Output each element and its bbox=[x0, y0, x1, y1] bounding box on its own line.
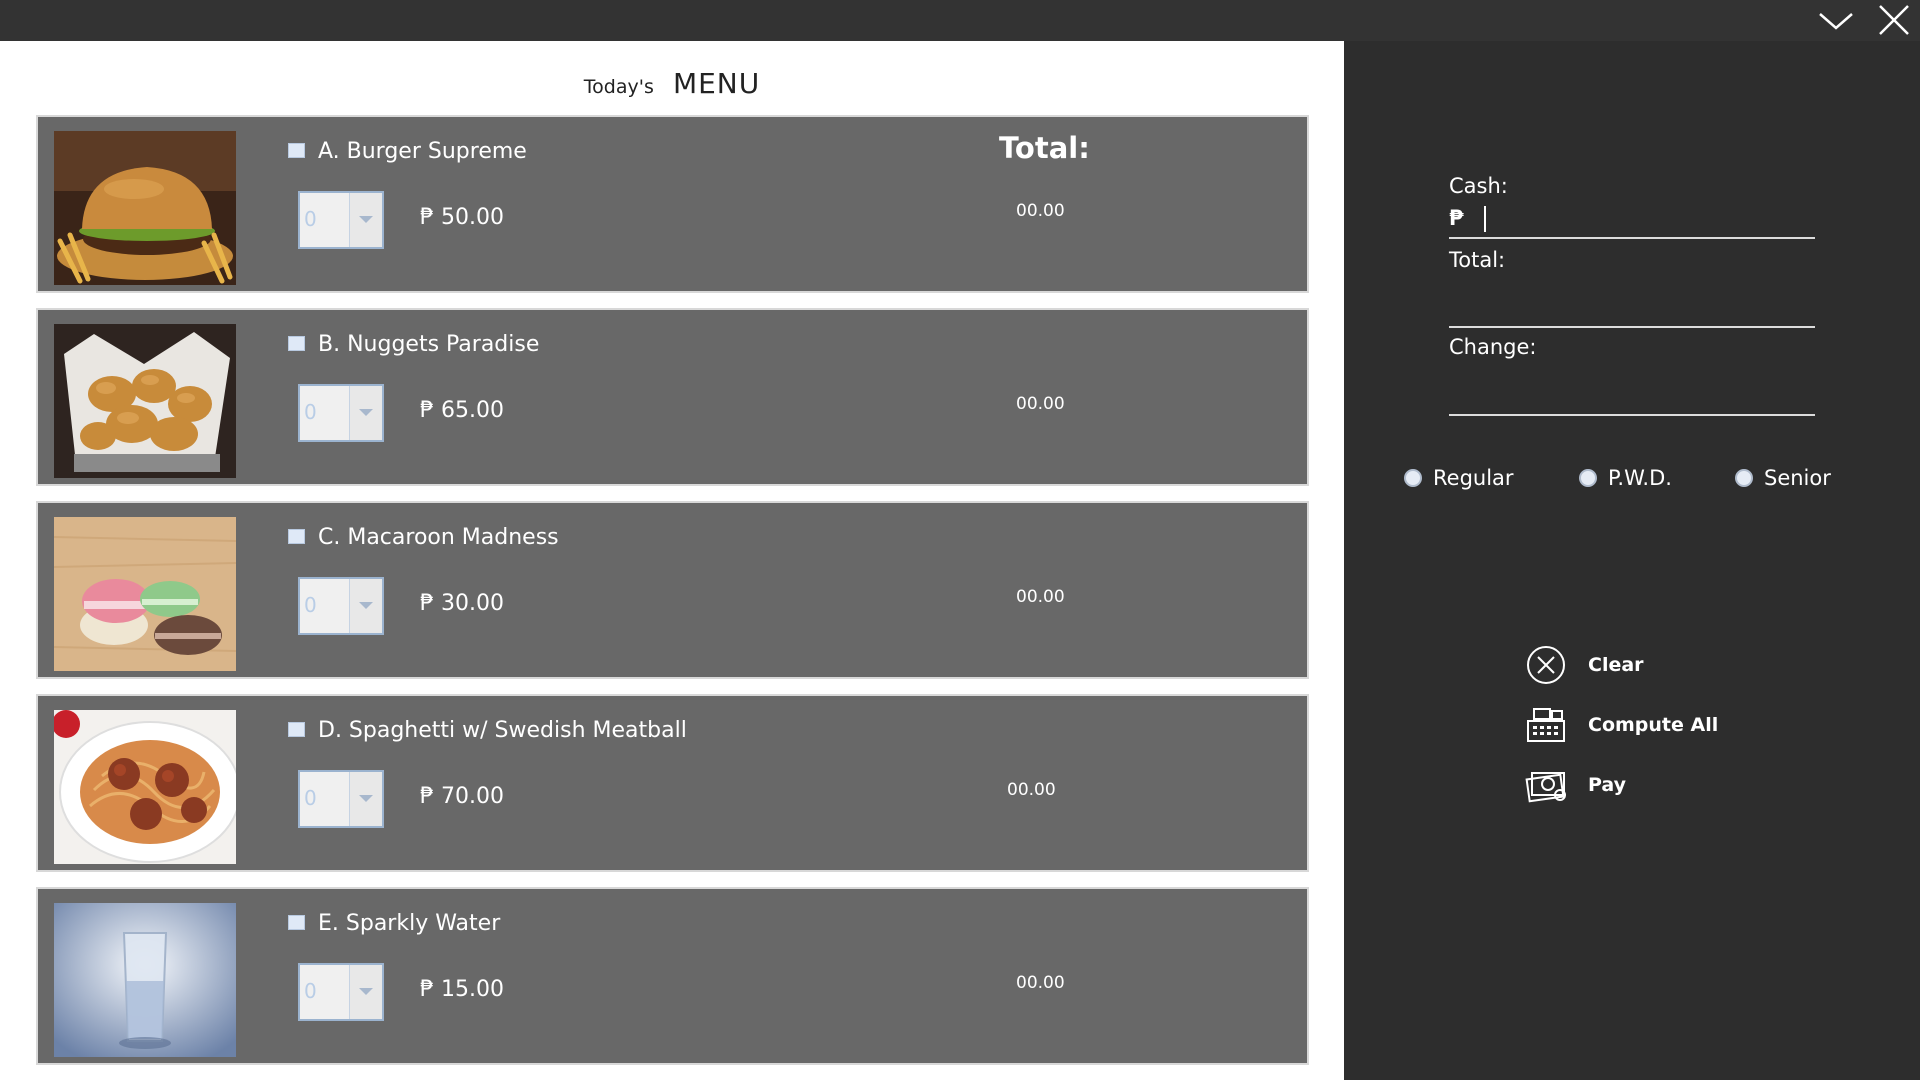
item-checkbox[interactable] bbox=[288, 915, 305, 930]
item-total: 00.00 bbox=[1016, 587, 1065, 607]
item-price: ₱ 50.00 bbox=[420, 205, 504, 230]
pay-button[interactable]: Pay bbox=[1524, 765, 1626, 805]
quantity-dropdown[interactable]: 0 bbox=[298, 963, 384, 1021]
quantity-value: 0 bbox=[304, 593, 317, 617]
money-icon bbox=[1525, 772, 1566, 803]
item-total: 00.00 bbox=[1016, 201, 1065, 221]
item-checkbox[interactable] bbox=[288, 529, 305, 544]
total-field[interactable] bbox=[1449, 294, 1815, 328]
item-checkbox[interactable] bbox=[288, 722, 305, 737]
item-total: 00.00 bbox=[1007, 780, 1056, 800]
menu-item-spaghetti: D. Spaghetti w/ Swedish Meatball 0 ₱ 70.… bbox=[36, 694, 1309, 872]
dropdown-arrow-icon[interactable] bbox=[349, 386, 382, 440]
title-bar bbox=[0, 0, 1920, 41]
item-price: ₱ 15.00 bbox=[420, 977, 504, 1002]
quantity-dropdown[interactable]: 0 bbox=[298, 191, 384, 249]
macaroon-image bbox=[54, 517, 236, 671]
chevron-down-icon bbox=[1819, 13, 1853, 30]
close-icon bbox=[1879, 5, 1909, 35]
radio-regular[interactable]: Regular bbox=[1403, 466, 1514, 490]
radio-dot-icon bbox=[1404, 469, 1422, 487]
cash-register-icon bbox=[1527, 708, 1565, 742]
item-name: A. Burger Supreme bbox=[318, 139, 527, 164]
compute-all-button[interactable]: Compute All bbox=[1524, 705, 1718, 745]
quantity-dropdown[interactable]: 0 bbox=[298, 770, 384, 828]
radio-label: Senior bbox=[1764, 466, 1831, 490]
radio-label: P.W.D. bbox=[1608, 466, 1672, 490]
clear-label: Clear bbox=[1588, 654, 1644, 676]
quantity-value: 0 bbox=[304, 979, 317, 1003]
water-image bbox=[54, 903, 236, 1057]
item-name: D. Spaghetti w/ Swedish Meatball bbox=[318, 718, 687, 743]
dropdown-arrow-icon[interactable] bbox=[349, 772, 382, 826]
pay-label: Pay bbox=[1588, 774, 1627, 796]
clear-button[interactable]: Clear bbox=[1524, 645, 1644, 685]
change-label: Change: bbox=[1449, 335, 1537, 359]
item-name: C. Macaroon Madness bbox=[318, 525, 559, 550]
dropdown-arrow-icon[interactable] bbox=[349, 965, 382, 1019]
item-price: ₱ 30.00 bbox=[420, 591, 504, 616]
dropdown-arrow-icon[interactable] bbox=[349, 579, 382, 633]
quantity-value: 0 bbox=[304, 207, 317, 231]
radio-dot-icon bbox=[1579, 469, 1597, 487]
item-name: E. Sparkly Water bbox=[318, 911, 501, 936]
minimize-button[interactable] bbox=[1818, 4, 1854, 36]
spaghetti-image bbox=[54, 710, 236, 864]
total-label: Total: bbox=[1449, 248, 1506, 272]
menu-item-macaroon: C. Macaroon Madness 0 ₱ 30.00 00.00 bbox=[36, 501, 1309, 679]
compute-all-label: Compute All bbox=[1588, 714, 1719, 736]
quantity-value: 0 bbox=[304, 786, 317, 810]
radio-pwd[interactable]: P.W.D. bbox=[1578, 466, 1672, 490]
cash-input[interactable] bbox=[1449, 205, 1815, 239]
nuggets-image bbox=[54, 324, 236, 478]
menu-title: MENU bbox=[672, 67, 761, 100]
item-checkbox[interactable] bbox=[288, 336, 305, 351]
menu-todays-label: Today's bbox=[583, 76, 654, 98]
total-header: Total: bbox=[999, 131, 1090, 165]
item-price: ₱ 70.00 bbox=[420, 784, 504, 809]
radio-dot-icon bbox=[1735, 469, 1753, 487]
menu-item-nuggets: B. Nuggets Paradise 0 ₱ 65.00 00.00 bbox=[36, 308, 1309, 486]
burger-image bbox=[54, 131, 236, 285]
radio-label: Regular bbox=[1433, 466, 1514, 490]
quantity-value: 0 bbox=[304, 400, 317, 424]
dropdown-arrow-icon[interactable] bbox=[349, 193, 382, 247]
menu-item-burger: A. Burger Supreme 0 ₱ 50.00 Total: 00.00 bbox=[36, 115, 1309, 293]
menu-panel: Today's MENU A. Burger Supreme 0 ₱ 50.00… bbox=[0, 41, 1344, 1080]
cash-label: Cash: bbox=[1449, 174, 1508, 198]
quantity-dropdown[interactable]: 0 bbox=[298, 577, 384, 635]
clear-x-icon bbox=[1527, 646, 1565, 684]
quantity-dropdown[interactable]: 0 bbox=[298, 384, 384, 442]
item-name: B. Nuggets Paradise bbox=[318, 332, 540, 357]
item-price: ₱ 65.00 bbox=[420, 398, 504, 423]
menu-item-water: E. Sparkly Water 0 ₱ 15.00 00.00 bbox=[36, 887, 1309, 1065]
radio-senior[interactable]: Senior bbox=[1734, 466, 1831, 490]
item-total: 00.00 bbox=[1016, 973, 1065, 993]
close-button[interactable] bbox=[1876, 4, 1912, 36]
change-field[interactable] bbox=[1449, 382, 1815, 416]
menu-header: Today's MENU bbox=[0, 67, 1344, 100]
item-checkbox[interactable] bbox=[288, 143, 305, 158]
item-total: 00.00 bbox=[1016, 394, 1065, 414]
